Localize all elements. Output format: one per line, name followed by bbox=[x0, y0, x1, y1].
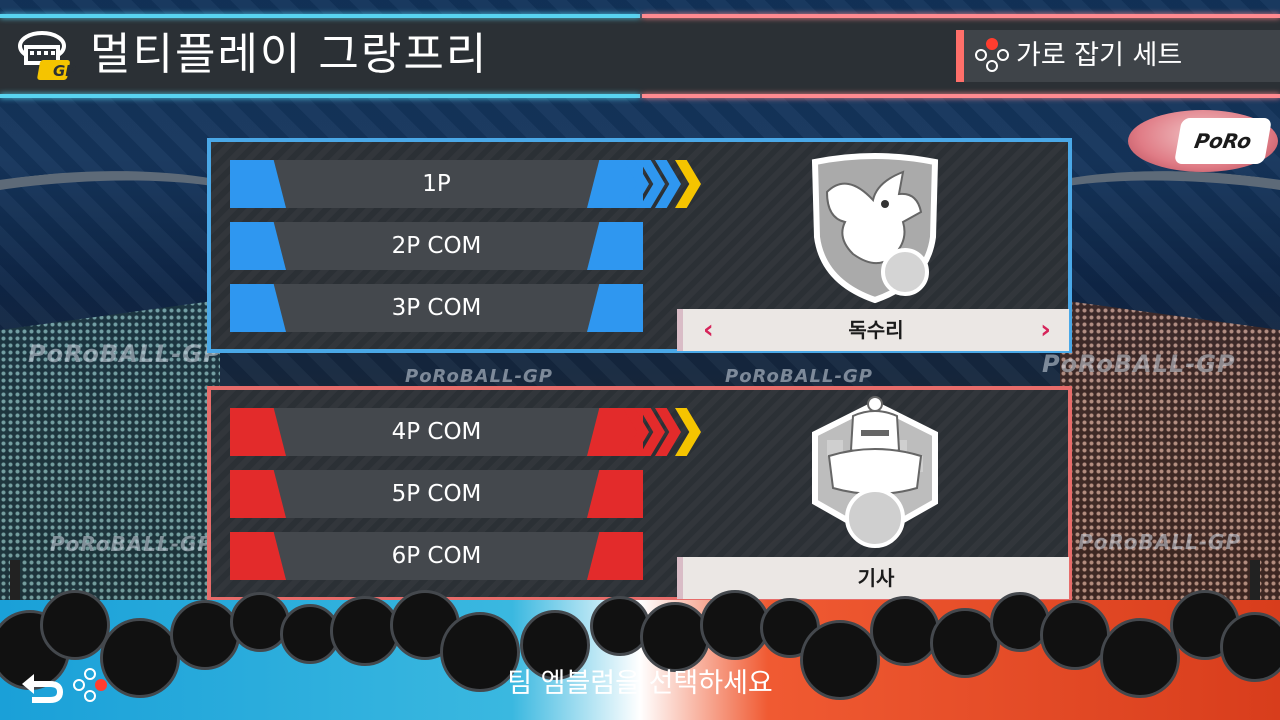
team-emblem[interactable] bbox=[677, 390, 1073, 560]
player-slot-label: 3P COM bbox=[391, 295, 482, 321]
player-slot[interactable]: 2P COM bbox=[230, 222, 643, 270]
stadium-banner: PoRoBALL-GP bbox=[405, 366, 553, 387]
player-slot-label: 1P bbox=[422, 171, 451, 197]
player-slot-label: 6P COM bbox=[391, 543, 482, 569]
player-slot[interactable]: 6P COM bbox=[230, 532, 643, 580]
chevron-right-icon[interactable]: › bbox=[1040, 309, 1051, 351]
player-slot[interactable]: 3P COM bbox=[230, 284, 643, 332]
player-slot-label: 4P COM bbox=[391, 419, 482, 445]
stadium-banner: PoRoBALL-GP bbox=[725, 366, 873, 387]
team-emblem[interactable] bbox=[677, 142, 1073, 312]
blimp-logo: PoRo bbox=[1173, 118, 1273, 164]
control-hint-text: 가로 잡기 세트 bbox=[1016, 40, 1183, 71]
header-line-top-blue bbox=[0, 14, 640, 18]
button-cluster-icon bbox=[974, 38, 1010, 74]
stadium-gp-logo-icon: GP bbox=[16, 28, 78, 82]
player-slot[interactable]: 4P COM bbox=[230, 408, 643, 456]
player-slot-label: 5P COM bbox=[391, 481, 482, 507]
team-panel-red: 4P COM 5P COM 6P COM 기사 bbox=[207, 386, 1072, 601]
player-slot[interactable]: 1P bbox=[230, 160, 643, 208]
header-line-top-red bbox=[642, 14, 1280, 18]
header-line-bottom-blue bbox=[0, 94, 640, 98]
instruction-text: 팀 엠블럼을 선택하세요 bbox=[507, 668, 773, 699]
page-title: 멀티플레이 그랑프리 bbox=[90, 29, 489, 80]
svg-text:GP: GP bbox=[53, 62, 76, 80]
player-slot[interactable]: 5P COM bbox=[230, 470, 643, 518]
player-slot-label: 2P COM bbox=[391, 233, 482, 259]
knight-emblem-icon bbox=[812, 396, 938, 548]
header-line-bottom-red bbox=[642, 94, 1280, 98]
crowd-right bbox=[1060, 300, 1280, 600]
stadium-banner: PoRoBALL-GP bbox=[1078, 530, 1242, 554]
stadium-banner: PoRoBALL-GP bbox=[28, 340, 222, 368]
team-panel-blue: 1P 2P COM 3P COM ‹ 독수리 › bbox=[207, 138, 1072, 353]
stadium-banner: PoRoBALL-GP bbox=[50, 532, 214, 556]
emblem-name: 독수리 bbox=[848, 318, 904, 342]
emblem-selector[interactable]: ‹ 독수리 › bbox=[677, 309, 1069, 351]
stadium-banner: PoRoBALL-GP bbox=[1042, 350, 1236, 378]
eagle-emblem-icon bbox=[811, 153, 939, 304]
